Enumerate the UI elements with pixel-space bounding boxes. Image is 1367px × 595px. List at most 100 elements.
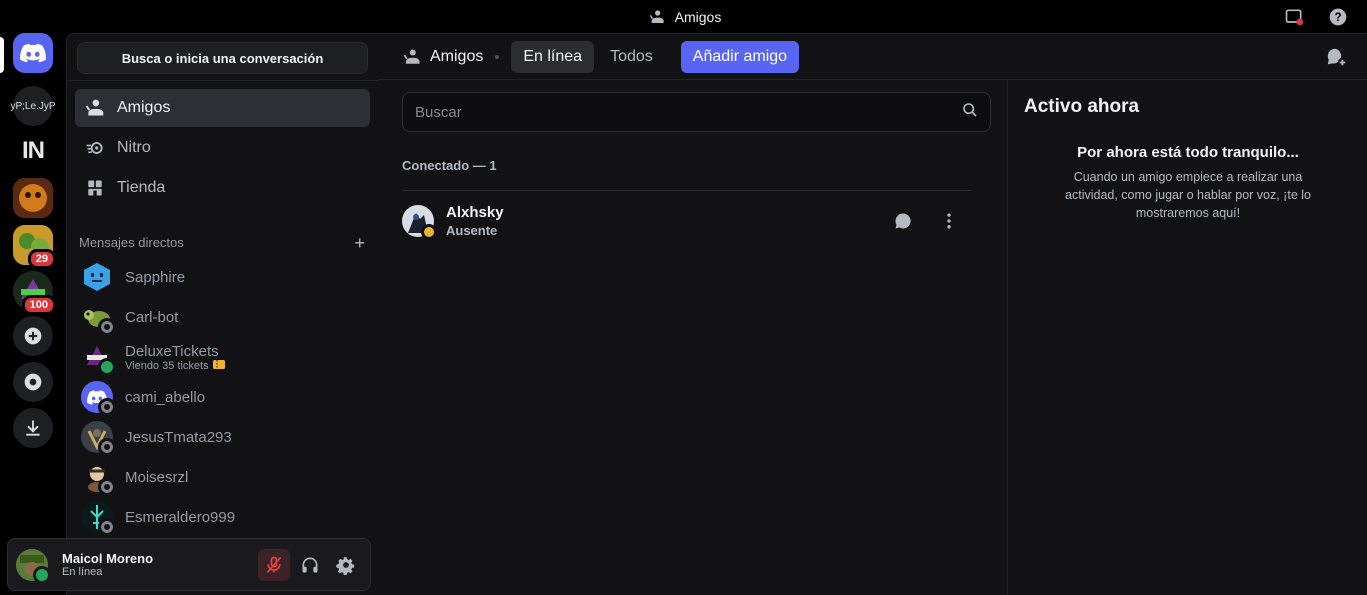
friends-icon <box>402 47 422 67</box>
avatar <box>81 421 116 456</box>
dm-name: DeluxeTickets <box>125 342 219 360</box>
server-in[interactable]: IN <box>13 131 53 171</box>
empty-state-title: Por ahora está todo tranquilo... <box>1077 144 1299 161</box>
server-avatar-2[interactable]: 29 <box>13 225 56 269</box>
separator-dot <box>495 54 500 59</box>
dm-name: cami_abello <box>125 388 206 406</box>
nav-label: Tienda <box>117 179 166 196</box>
chat-bubble-icon <box>895 213 911 229</box>
dm-item[interactable]: cami_abello <box>75 377 370 417</box>
download-icon <box>26 420 40 436</box>
conversation-search-button[interactable]: Busca o inicia una conversación <box>77 42 368 74</box>
dm-name: Esmeraldero999 <box>125 508 236 526</box>
shop-icon <box>85 178 105 198</box>
offline-status-icon <box>98 398 116 416</box>
plus-circle-icon <box>24 327 42 345</box>
server-text-label: yP;Le.JyP <box>10 100 56 112</box>
search-icon <box>962 102 978 123</box>
active-now-panel: Activo ahora Por ahora está todo tranqui… <box>1007 80 1367 595</box>
active-now-title: Activo ahora <box>1024 96 1140 117</box>
user-name: Maicol Moreno <box>62 551 154 566</box>
offline-status-icon <box>98 318 116 336</box>
server-rail: yP;Le.JyP IN 29 100 <box>0 33 66 595</box>
dm-item[interactable]: JesusTmata293 <box>75 417 370 457</box>
title-bar: Amigos ? <box>0 0 1367 33</box>
avatar <box>402 205 437 240</box>
home-button[interactable] <box>13 33 53 73</box>
nav-label: Nitro <box>117 139 151 156</box>
dm-name: JesusTmata293 <box>125 428 232 446</box>
avatar <box>81 381 116 416</box>
create-dm-plus-icon[interactable]: + <box>354 234 365 252</box>
deafen-button[interactable] <box>294 549 326 581</box>
dm-name: Sapphire <box>125 268 186 286</box>
avatar <box>81 461 116 496</box>
offline-status-icon <box>98 478 116 496</box>
avatar[interactable] <box>16 548 51 584</box>
search-input[interactable] <box>415 103 962 121</box>
inbox-icon[interactable] <box>1283 6 1305 28</box>
add-friend-button[interactable]: Añadir amigo <box>680 40 800 73</box>
headphones-icon <box>302 557 318 572</box>
ticket-icon <box>212 359 225 372</box>
idle-status-icon <box>421 224 437 240</box>
nav-nitro[interactable]: Nitro <box>75 129 370 167</box>
dm-activity: Viendo 35 tickets <box>125 359 225 372</box>
server-text[interactable]: yP;Le.JyP <box>10 86 56 126</box>
empty-state-body: Cuando un amigo empiece a realizar una a… <box>1065 170 1311 220</box>
sidebar: Busca o inicia una conversación Amigos N… <box>66 33 378 595</box>
download-button[interactable] <box>13 408 53 448</box>
gear-icon <box>336 556 355 575</box>
window-title: Amigos <box>646 6 722 28</box>
friends-icon <box>646 6 668 28</box>
search-button-label: Busca o inicia una conversación <box>121 50 324 66</box>
mention-badge: 100 <box>21 295 56 315</box>
dm-item[interactable]: Moisesrzl <box>75 457 370 497</box>
offline-status-icon <box>98 438 116 456</box>
friends-panel: Conectado — 1 Alxhsky Ausente <box>378 80 1007 595</box>
discord-logo-icon <box>20 43 46 63</box>
settings-button[interactable] <box>330 549 362 581</box>
dm-item[interactable]: Sapphire <box>75 257 370 297</box>
server-avatar-1[interactable] <box>13 178 53 218</box>
friend-status: Ausente <box>446 223 498 238</box>
header-title: Amigos <box>402 47 483 67</box>
new-group-dm-icon[interactable] <box>1325 46 1347 73</box>
mute-button[interactable] <box>258 548 290 581</box>
discover-button[interactable] <box>13 362 53 402</box>
selected-indicator <box>0 37 4 73</box>
dm-item[interactable]: Esmeraldero999 <box>75 497 370 537</box>
nav-friends[interactable]: Amigos <box>75 89 370 127</box>
divider <box>67 80 378 81</box>
message-button[interactable] <box>885 203 921 239</box>
mic-muted-icon <box>266 556 282 573</box>
add-server-button[interactable] <box>13 316 53 356</box>
compass-icon <box>24 373 42 391</box>
friend-row[interactable]: Alxhsky Ausente <box>402 196 971 246</box>
avatar <box>81 261 113 293</box>
svg-text:?: ? <box>1334 11 1341 24</box>
section-title: Conectado — 1 <box>402 158 497 173</box>
server-image <box>13 178 53 218</box>
nitro-icon <box>85 138 105 158</box>
tab-online[interactable]: En línea <box>511 40 595 73</box>
friends-search[interactable] <box>402 92 991 132</box>
offline-status-icon <box>98 518 116 536</box>
window-title-text: Amigos <box>674 8 722 25</box>
avatar <box>81 501 116 536</box>
friend-name: Alxhsky <box>446 204 504 221</box>
user-panel: Maicol Moreno En línea <box>7 538 371 591</box>
dm-item[interactable]: Carl-bot <box>75 297 370 337</box>
divider <box>402 190 971 191</box>
avatar <box>81 301 116 336</box>
online-status-icon <box>33 565 51 584</box>
avatar <box>81 341 116 376</box>
nav-shop[interactable]: Tienda <box>75 169 370 207</box>
dm-name: Carl-bot <box>125 308 179 326</box>
tab-all[interactable]: Todos <box>598 41 665 73</box>
help-icon[interactable]: ? <box>1327 6 1349 28</box>
main-header: Amigos En línea Todos Añadir amigo <box>378 33 1367 80</box>
more-options-button[interactable] <box>931 203 967 239</box>
dm-item[interactable]: DeluxeTickets Viendo 35 tickets <box>75 337 370 377</box>
server-avatar-3[interactable]: 100 <box>13 271 56 315</box>
